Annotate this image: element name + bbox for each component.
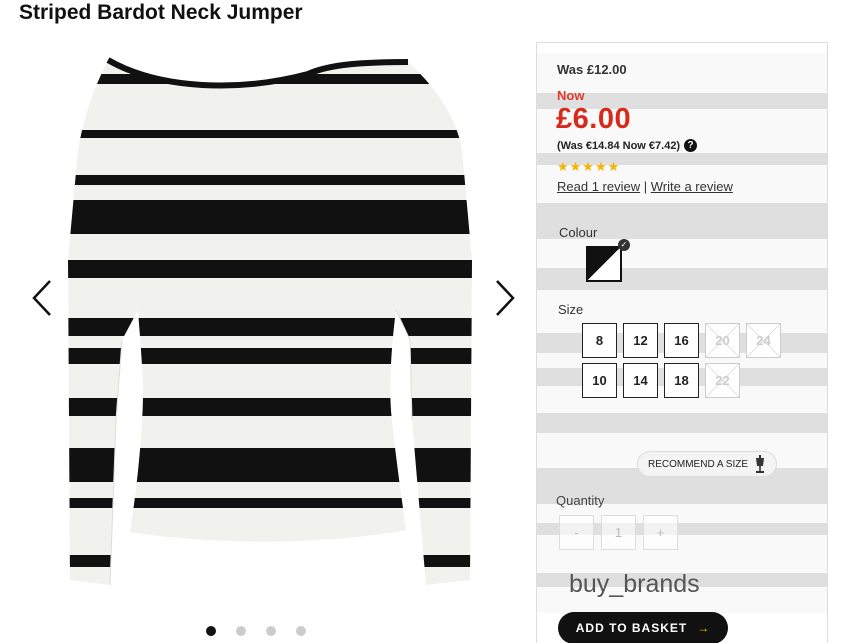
size-option-14[interactable]: 14 (623, 363, 658, 398)
product-gallery (0, 40, 540, 642)
mannequin-icon (756, 455, 765, 473)
now-price: £6.00 (556, 103, 632, 135)
size-option-12[interactable]: 12 (623, 323, 658, 358)
size-option-24-unavailable[interactable]: 24 (746, 323, 781, 358)
add-to-basket-label: ADD TO BASKET (575, 621, 688, 635)
recommend-size-button[interactable]: RECOMMEND A SIZE (637, 451, 777, 477)
reviews-links: Read 1 review | Write a review (557, 179, 733, 194)
product-image (68, 57, 472, 586)
add-to-basket-button[interactable]: ADD TO BASKET → (558, 612, 728, 643)
gallery-dot[interactable] (296, 626, 306, 636)
quantity-increase-button[interactable]: + (643, 515, 678, 550)
help-icon[interactable]: ? (684, 139, 698, 152)
size-option-8[interactable]: 8 (582, 323, 617, 358)
recommend-size-label: RECOMMEND A SIZE (648, 458, 749, 470)
size-option-18[interactable]: 18 (664, 363, 699, 398)
size-option-10[interactable]: 10 (582, 363, 617, 398)
read-reviews-link[interactable]: Read 1 review (557, 179, 640, 194)
now-label: Now (557, 88, 585, 103)
reviews-separator: | (643, 179, 648, 194)
colour-swatch-black-white[interactable] (586, 246, 622, 282)
next-image-button[interactable] (493, 278, 517, 318)
was-price: Was £12.00 (557, 62, 627, 77)
arrow-right-icon: → (697, 621, 711, 635)
selected-check-icon: ✓ (618, 239, 630, 251)
page-title: Striped Bardot Neck Jumper (19, 1, 303, 24)
size-option-16[interactable]: 16 (664, 323, 699, 358)
watermark-text: buy_brands (569, 570, 700, 598)
euro-price-text: (Was €14.84 Now €7.42) (557, 139, 681, 152)
quantity-label: Quantity (556, 493, 605, 508)
prev-image-button[interactable] (30, 278, 54, 318)
size-label: Size (558, 302, 584, 317)
gallery-dot[interactable] (236, 626, 246, 636)
euro-price: (Was €14.84 Now €7.42) ? (557, 139, 698, 152)
chevron-right-icon (496, 280, 515, 316)
size-option-22-unavailable[interactable]: 22 (705, 363, 740, 398)
write-review-link[interactable]: Write a review (651, 179, 733, 194)
product-details-panel: Was £12.00 Now £6.00 (Was €14.84 Now €7.… (536, 42, 828, 643)
gallery-dots (206, 626, 306, 636)
size-option-20-unavailable[interactable]: 20 (705, 323, 740, 358)
rating-stars: ★★★★★ (557, 159, 621, 174)
gallery-dot[interactable] (206, 626, 216, 636)
colour-label: Colour (559, 225, 598, 240)
quantity-decrease-button[interactable]: - (559, 515, 594, 550)
chevron-left-icon (32, 280, 51, 316)
gallery-dot[interactable] (266, 626, 276, 636)
quantity-input[interactable]: 1 (601, 515, 636, 550)
